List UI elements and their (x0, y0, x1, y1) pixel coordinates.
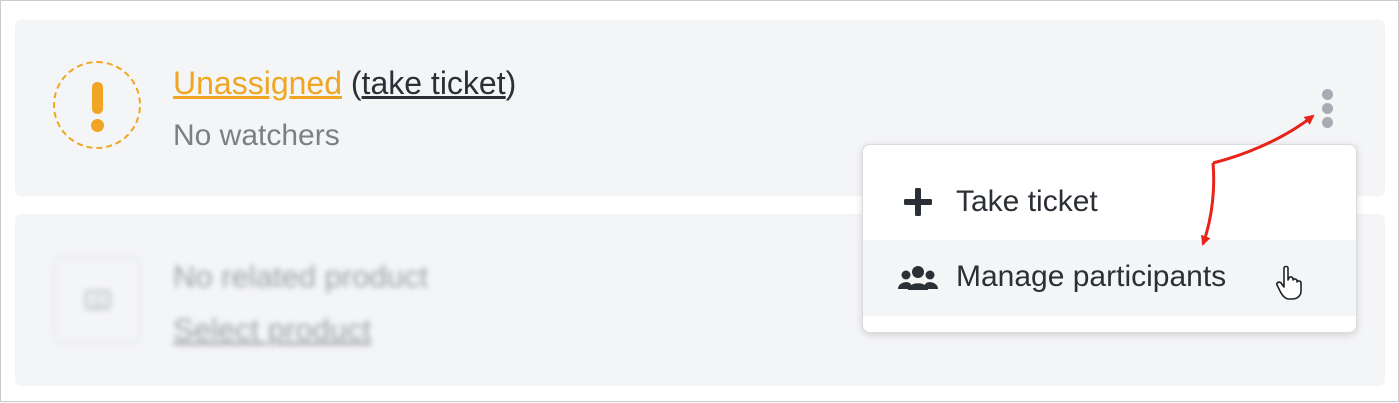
select-product-link[interactable]: Select product (173, 312, 371, 348)
users-icon (898, 266, 938, 290)
kebab-dot-icon (1322, 117, 1333, 128)
product-thumbnail (53, 256, 141, 344)
menu-item-take-ticket[interactable]: Take ticket (863, 165, 1356, 241)
assignment-line: Unassigned (take ticket) (173, 65, 516, 102)
plus-icon (904, 188, 932, 216)
hand-cursor-icon (1276, 265, 1302, 300)
watchers-text: No watchers (173, 119, 340, 152)
kebab-menu-button[interactable] (1318, 89, 1338, 129)
app-frame: Unassigned (take ticket) No watchers No … (0, 0, 1399, 402)
kebab-dot-icon (1322, 89, 1333, 100)
unassigned-link[interactable]: Unassigned (173, 65, 342, 101)
menu-item-label: Manage participants (956, 260, 1227, 293)
product-title: No related product (173, 259, 429, 294)
take-ticket-link[interactable]: take ticket (362, 65, 506, 101)
camera-icon (85, 290, 111, 310)
paren-open: ( (350, 65, 362, 101)
kebab-dot-icon (1322, 103, 1333, 114)
more-actions-menu: Take ticket Manage participants (862, 144, 1357, 333)
menu-item-label: Take ticket (956, 185, 1098, 218)
paren-close: ) (505, 65, 517, 101)
exclamation-icon (53, 61, 141, 149)
